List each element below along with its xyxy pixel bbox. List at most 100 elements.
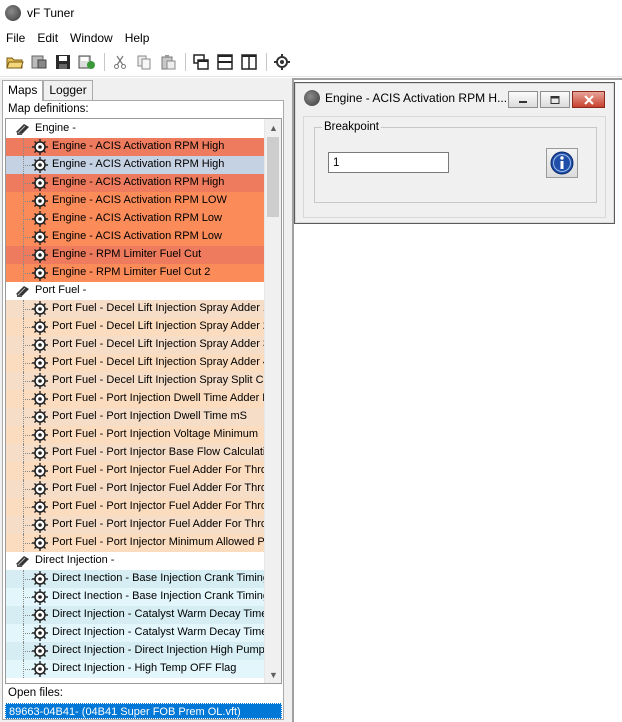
tree-map-item-label: Port Fuel - Decel Lift Injection Spray S… [52, 374, 264, 386]
map-item-icon [32, 499, 48, 515]
menu-file[interactable]: File [0, 31, 31, 45]
save-as-icon[interactable] [78, 53, 96, 71]
map-item-icon [32, 445, 48, 461]
tree-map-item-label: Port Fuel - Port Injection Dwell Time mS [52, 410, 248, 422]
tree-map-item[interactable]: Engine - ACIS Activation RPM High [6, 156, 264, 174]
minimize-icon [519, 100, 527, 103]
minimize-button[interactable] [508, 91, 538, 108]
tree-map-item[interactable]: Port Fuel - Port Injection Dwell Time Ad… [6, 390, 264, 408]
tree-map-item[interactable]: Direct Injection - High Temp OFF Flag [6, 660, 264, 678]
tree-group-label: Port Fuel - [35, 284, 87, 296]
engine-icon[interactable] [273, 53, 291, 71]
map-window-title: Engine - ACIS Activation RPM H... [325, 91, 508, 105]
menu-window[interactable]: Window [64, 31, 119, 45]
tree-map-item[interactable]: Port Fuel - Decel Lift Injection Spray A… [6, 318, 264, 336]
tree-map-item[interactable]: Port Fuel - Port Injector Base Flow Calc… [6, 444, 264, 462]
open-file-icon[interactable] [30, 53, 48, 71]
tree-map-item[interactable]: Port Fuel - Decel Lift Injection Spray A… [6, 354, 264, 372]
tree-map-item[interactable]: Port Fuel - Decel Lift Injection Spray S… [6, 372, 264, 390]
tree-map-item-label: Port Fuel - Decel Lift Injection Spray A… [52, 320, 264, 332]
cut-icon[interactable] [111, 53, 129, 71]
toolbar-divider [0, 76, 622, 77]
tree-map-item[interactable]: Port Fuel - Port Injector Fuel Adder For… [6, 462, 264, 480]
map-item-icon [32, 571, 48, 587]
tree-map-item[interactable]: Engine - ACIS Activation RPM Low [6, 228, 264, 246]
tree-map-item[interactable]: Port Fuel - Decel Lift Injection Spray A… [6, 300, 264, 318]
tree-map-item[interactable]: Engine - RPM Limiter Fuel Cut [6, 246, 264, 264]
panel-tabs: Maps Logger [2, 80, 93, 101]
breakpoint-input[interactable] [328, 152, 449, 173]
tree-map-item[interactable]: Port Fuel - Decel Lift Injection Spray A… [6, 336, 264, 354]
map-item-icon [32, 175, 48, 191]
tree-map-item[interactable]: Direct Injection - Direct Injection High… [6, 642, 264, 660]
cascade-windows-icon[interactable] [192, 53, 210, 71]
map-item-icon [32, 337, 48, 353]
copy-icon[interactable] [135, 53, 153, 71]
tree-group[interactable]: Port Fuel - [6, 282, 264, 300]
tree-map-item[interactable]: Engine - ACIS Activation RPM High [6, 174, 264, 192]
map-item-icon [32, 625, 48, 641]
tree-map-item-label: Engine - ACIS Activation RPM High [52, 140, 225, 152]
menu-help[interactable]: Help [119, 31, 156, 45]
scroll-up-icon[interactable]: ▲ [265, 119, 281, 136]
tree-map-item[interactable]: Direct Injection - Catalyst Warm Decay T… [6, 624, 264, 642]
close-button[interactable] [572, 91, 605, 108]
tree-map-item-label: Port Fuel - Port Injection Dwell Time Ad… [52, 392, 264, 404]
tree-map-item-label: Direct Injection - Catalyst Warm Decay T… [52, 626, 264, 638]
tree-map-item[interactable]: Port Fuel - Port Injector Fuel Adder For… [6, 498, 264, 516]
scroll-down-icon[interactable]: ▼ [265, 666, 281, 683]
map-item-icon [32, 319, 48, 335]
tree-map-item-label: Port Fuel - Port Injection Voltage Minim… [52, 428, 259, 440]
open-file-item[interactable]: 89663-04B41- (04B41 Super FOB Prem OL.vf… [5, 703, 282, 719]
map-tree[interactable]: Engine - Engine - ACIS Activation RPM Hig… [5, 118, 282, 684]
tree-group[interactable]: Engine - [6, 120, 264, 138]
tree-group[interactable]: Direct Injection - [6, 552, 264, 570]
maximize-button[interactable] [540, 91, 570, 108]
tree-map-item-label: Port Fuel - Port Injector Fuel Adder For… [52, 482, 264, 494]
tree-map-item[interactable]: Direct Inection - Base Injection Crank T… [6, 570, 264, 588]
tab-logger[interactable]: Logger [43, 80, 93, 100]
toolbar [0, 50, 622, 74]
map-item-icon [32, 589, 48, 605]
tree-map-item[interactable]: Engine - ACIS Activation RPM High [6, 138, 264, 156]
tree-map-item-label: Port Fuel - Port Injector Minimum Allowe… [52, 536, 264, 548]
tree-map-item[interactable]: Port Fuel - Port Injector Fuel Adder For… [6, 516, 264, 534]
tree-map-item[interactable]: Port Fuel - Port Injector Minimum Allowe… [6, 534, 264, 552]
open-folder-icon[interactable] [6, 53, 24, 71]
tree-map-item-label: Port Fuel - Decel Lift Injection Spray A… [52, 302, 264, 314]
map-tree-scrollbar[interactable]: ▲ ▼ [264, 119, 281, 683]
tree-map-item[interactable]: Engine - RPM Limiter Fuel Cut 2 [6, 264, 264, 282]
map-window-title-bar[interactable]: Engine - ACIS Activation RPM H... [296, 84, 613, 112]
tree-map-item[interactable]: Engine - ACIS Activation RPM Low [6, 210, 264, 228]
tree-map-item-label: Engine - ACIS Activation RPM High [52, 158, 225, 170]
map-item-icon [32, 409, 48, 425]
tree-map-item-label: Port Fuel - Port Injector Base Flow Calc… [52, 446, 264, 458]
tile-vertical-icon[interactable] [240, 53, 258, 71]
save-icon[interactable] [54, 53, 72, 71]
scrollbar-thumb[interactable] [267, 137, 279, 217]
tree-group-label: Direct Injection - [35, 554, 115, 566]
tree-map-item[interactable]: Port Fuel - Port Injection Dwell Time mS [6, 408, 264, 426]
paste-icon[interactable] [159, 53, 177, 71]
tile-horizontal-icon[interactable] [216, 53, 234, 71]
tree-map-item[interactable]: Direct Injection - Catalyst Warm Decay T… [6, 606, 264, 624]
tree-map-item[interactable]: Port Fuel - Port Injector Fuel Adder For… [6, 480, 264, 498]
menu-edit[interactable]: Edit [31, 31, 64, 45]
tree-map-item-label: Port Fuel - Decel Lift Injection Spray A… [52, 356, 264, 368]
map-item-icon [32, 517, 48, 533]
tree-map-item[interactable]: Port Fuel - Port Injection Voltage Minim… [6, 426, 264, 444]
tree-map-item-label: Port Fuel - Decel Lift Injection Spray A… [52, 338, 264, 350]
tree-map-item-label: Engine - ACIS Activation RPM High [52, 176, 225, 188]
breakpoint-label: Breakpoint [322, 121, 381, 133]
tab-maps[interactable]: Maps [2, 80, 44, 101]
info-button[interactable] [546, 148, 578, 178]
tree-map-item-label: Direct Injection - Catalyst Warm Decay T… [52, 608, 264, 620]
tree-map-item-label: Engine - RPM Limiter Fuel Cut 2 [52, 266, 211, 278]
tree-map-item[interactable]: Direct Inection - Base Injection Crank T… [6, 588, 264, 606]
tree-map-item-label: Direct Injection - High Temp OFF Flag [52, 662, 237, 674]
map-group-icon [15, 122, 31, 136]
map-item-icon [32, 247, 48, 263]
tree-map-item[interactable]: Engine - ACIS Activation RPM LOW [6, 192, 264, 210]
window-logo-icon [304, 90, 320, 106]
map-item-icon [32, 139, 48, 155]
